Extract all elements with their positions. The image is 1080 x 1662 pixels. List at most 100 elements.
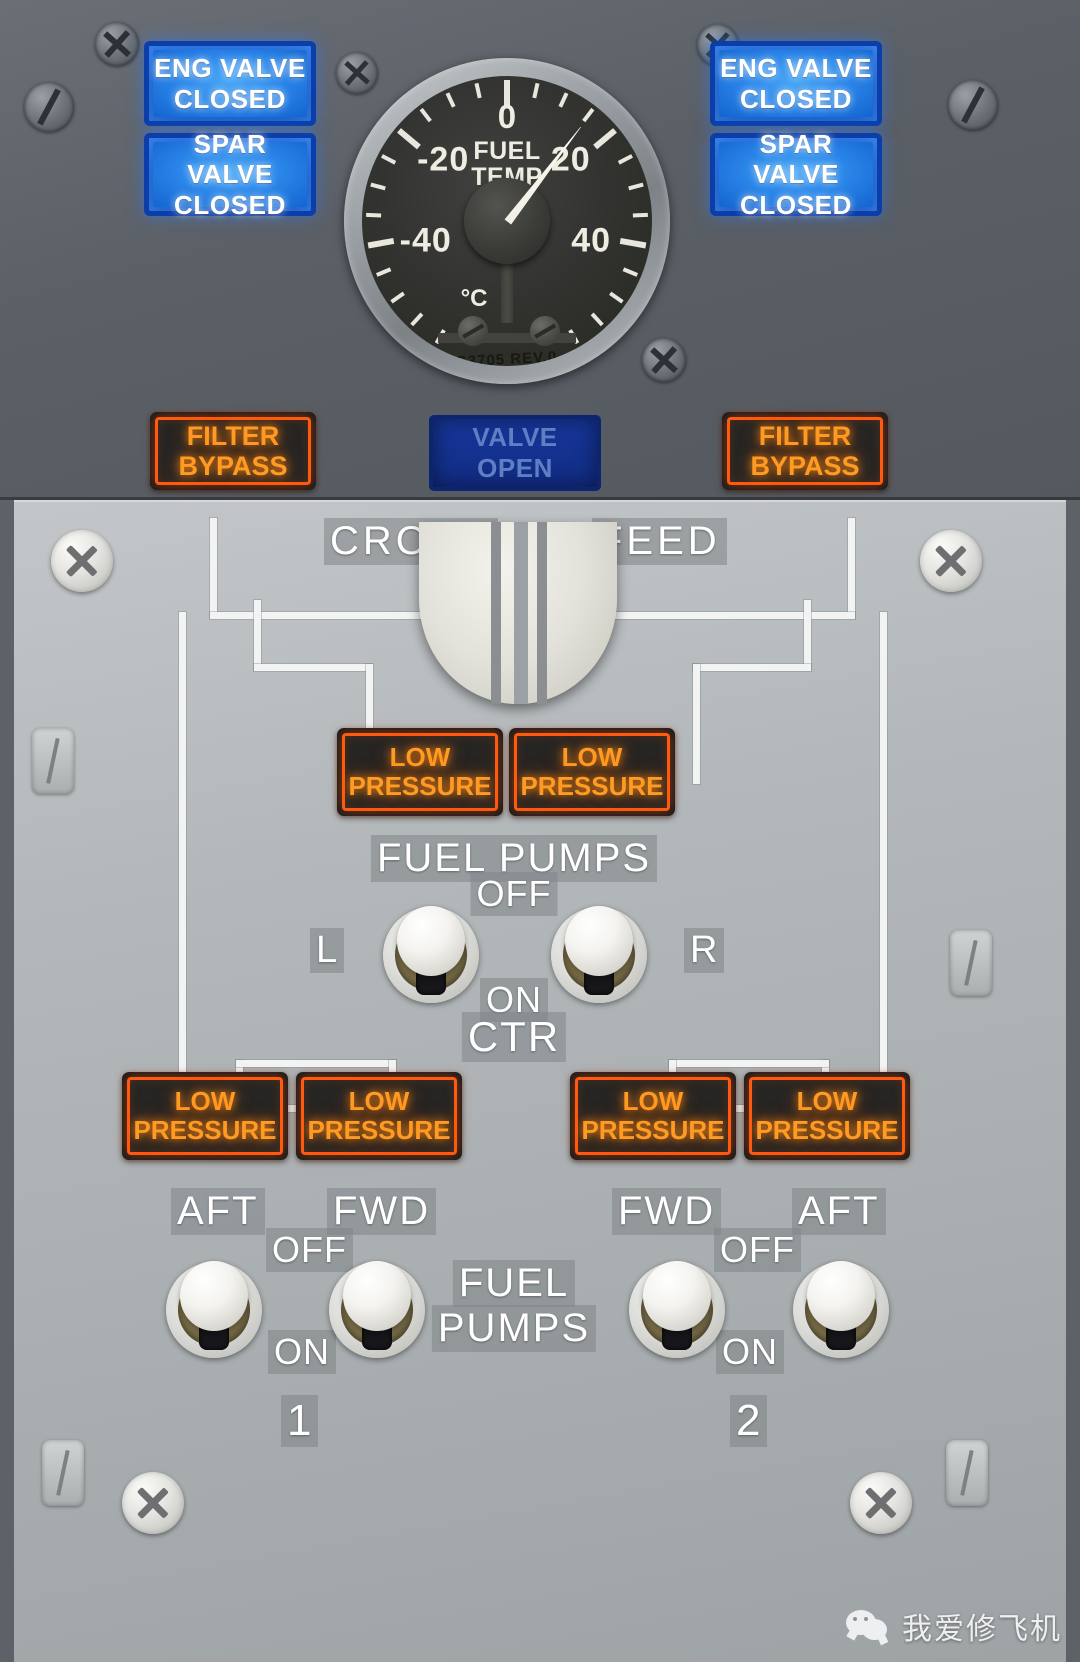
schematic-line: [254, 600, 261, 670]
gauge-major-tick: [619, 237, 647, 249]
panel-screw: [24, 82, 74, 132]
tank1-aft-fuel-pump-switch[interactable]: [159, 1255, 269, 1365]
crossfeed-valve-selector-knob[interactable]: [419, 522, 617, 704]
gauge-minor-tick: [582, 107, 595, 123]
schematic-line: [848, 518, 855, 618]
tank2-fwd-low-pressure-light[interactable]: LOW PRESSURE: [570, 1072, 736, 1160]
schematic-line: [804, 600, 811, 670]
annunciator-line2: PRESSURE: [581, 1115, 725, 1145]
tank1-aft-low-pressure-light[interactable]: LOW PRESSURE: [122, 1072, 288, 1160]
annunciator-line1: ENG VALVE: [720, 53, 872, 84]
panel-fastener: [42, 1440, 84, 1506]
annunciator-line1: LOW: [561, 741, 623, 772]
annunciator-line2: CLOSED: [740, 189, 852, 220]
eng-valve-closed-light-left[interactable]: ENG VALVE CLOSED: [144, 41, 316, 126]
tank1-fwd-low-pressure-light[interactable]: LOW PRESSURE: [296, 1072, 462, 1160]
knob-stripe: [537, 522, 547, 704]
knob-stripe: [491, 522, 501, 704]
annunciator-line2: PRESSURE: [307, 1115, 451, 1145]
spar-valve-closed-light-right[interactable]: SPAR VALVE CLOSED: [710, 129, 882, 220]
schematic-line: [254, 664, 372, 671]
tank1-fwd-fuel-pump-switch[interactable]: [322, 1255, 432, 1365]
gauge-major-tick: [367, 237, 395, 249]
schematic-line: [880, 612, 887, 1112]
wechat-icon: [846, 1608, 890, 1646]
eng-valve-closed-light-right[interactable]: ENG VALVE CLOSED: [710, 41, 882, 126]
panel-screw: [51, 530, 113, 592]
annunciator-line2: PRESSURE: [520, 771, 664, 801]
annunciator-line1: LOW: [796, 1085, 858, 1116]
annunciator-line1: VALVE: [472, 421, 558, 452]
valve-open-light[interactable]: VALVE OPEN: [429, 415, 601, 491]
bottom-fuel-pumps-title-line1: FUEL: [452, 1260, 576, 1307]
gauge-major-tick: [593, 128, 617, 150]
gauge-minor-tick: [366, 212, 382, 218]
ctr-left-fuel-pump-switch[interactable]: [376, 900, 486, 1010]
ctr-right-fuel-pump-switch[interactable]: [544, 900, 654, 1010]
gauge-adjust-screw-left: [457, 315, 488, 346]
gauge-part-code: S3705 REV.0: [456, 348, 558, 367]
ctr-left-side-label: L: [310, 928, 345, 973]
gauge-title-line1: FUEL: [473, 136, 541, 165]
gauge-minor-tick: [532, 82, 540, 99]
fuel-temp-gauge: 0 FUEL TEMP -20 20 -40 40 °C S3705 REV.0: [344, 58, 670, 384]
tank1-number-label: 1: [281, 1395, 319, 1447]
gauge-label-minus20: -20: [417, 140, 470, 179]
gauge-face: 0 FUEL TEMP -20 20 -40 40 °C S3705 REV.0: [361, 75, 653, 367]
schematic-line: [693, 664, 700, 784]
ctr-left-low-pressure-light[interactable]: LOW PRESSURE: [337, 728, 503, 816]
gauge-minor-tick: [609, 291, 624, 304]
gauge-label-plus40: 40: [571, 221, 612, 260]
tank2-fwd-label: FWD: [612, 1188, 722, 1235]
gauge-minor-tick: [375, 267, 392, 277]
ctr-right-side-label: R: [684, 928, 725, 973]
tank2-aft-low-pressure-light[interactable]: LOW PRESSURE: [744, 1072, 910, 1160]
gauge-adjust-screw-right: [530, 315, 561, 346]
annunciator-line1: LOW: [174, 1085, 236, 1116]
ctr-tank-label: CTR: [461, 1012, 567, 1062]
panel-screw: [122, 1472, 184, 1534]
filter-bypass-light-right[interactable]: FILTER BYPASS: [722, 412, 888, 490]
tank2-aft-label: AFT: [792, 1188, 886, 1235]
panel-screw: [920, 530, 982, 592]
annunciator-line1: ENG VALVE: [154, 53, 306, 84]
gauge-minor-tick: [474, 82, 482, 99]
annunciator-line1: FILTER: [758, 420, 852, 451]
panel-fastener: [32, 728, 74, 794]
schematic-line: [210, 518, 217, 618]
schematic-line: [669, 1060, 829, 1067]
annunciator-line2: PRESSURE: [755, 1115, 899, 1145]
fuel-control-panel-screenshot: ENG VALVE CLOSED SPAR VALVE CLOSED ENG V…: [0, 0, 1080, 1662]
annunciator-line2: CLOSED: [174, 83, 286, 114]
filter-bypass-light-left[interactable]: FILTER BYPASS: [150, 412, 316, 490]
gauge-minor-tick: [390, 291, 405, 304]
gauge-minor-tick: [590, 312, 604, 327]
schematic-line: [604, 612, 855, 619]
schematic-line: [693, 664, 811, 671]
gauge-minor-tick: [370, 182, 386, 191]
tank2-aft-fuel-pump-switch[interactable]: [786, 1255, 896, 1365]
gauge-minor-tick: [410, 312, 424, 327]
gauge-minor-tick: [419, 107, 432, 123]
watermark: 我爱修飞机: [846, 1604, 1062, 1648]
panel-fastener: [950, 930, 992, 996]
fuel-indication-panel: ENG VALVE CLOSED SPAR VALVE CLOSED ENG V…: [0, 0, 1080, 500]
schematic-line: [179, 612, 186, 1112]
panel-fastener: [946, 1440, 988, 1506]
watermark-text: 我爱修飞机: [902, 1613, 1062, 1646]
ctr-right-low-pressure-light[interactable]: LOW PRESSURE: [509, 728, 675, 816]
annunciator-line2: BYPASS: [750, 451, 860, 481]
gauge-label-0: 0: [497, 97, 517, 135]
gauge-minor-tick: [632, 212, 648, 218]
spar-valve-closed-light-left[interactable]: SPAR VALVE CLOSED: [144, 129, 316, 220]
gauge-label-minus40: -40: [399, 221, 452, 260]
gauge-unit-label: °C: [460, 284, 488, 312]
gauge-minor-tick: [622, 267, 639, 277]
annunciator-line1: LOW: [348, 1085, 410, 1116]
panel-screw: [948, 80, 998, 130]
bottom-fuel-pumps-title-line2: PUMPS: [431, 1305, 597, 1352]
gauge-minor-tick: [617, 154, 633, 165]
annunciator-line1: LOW: [389, 741, 451, 772]
panel-screw: [850, 1472, 912, 1534]
tank2-fwd-fuel-pump-switch[interactable]: [622, 1255, 732, 1365]
